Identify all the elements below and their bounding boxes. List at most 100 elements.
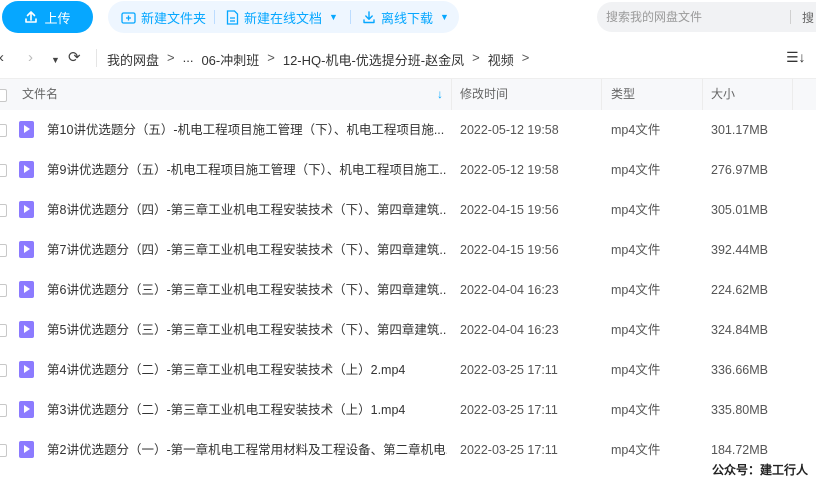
row-checkbox[interactable]	[0, 204, 7, 217]
chevron-right-icon[interactable]: ›	[28, 50, 33, 65]
table-row[interactable]: 第8讲优选题分（四）-第三章工业机电工程安装技术（下）、第四章建筑... 2022…	[0, 190, 816, 230]
table-row[interactable]: 第4讲优选题分（二）-第三章工业机电工程安装技术（上）2.mp4 2022-03-…	[0, 350, 816, 390]
breadcrumb-separator: >	[472, 50, 480, 65]
file-modified-time: 2022-04-04 16:23	[460, 323, 559, 337]
table-row[interactable]: 第10讲优选题分（五）-机电工程项目施工管理（下）、机电工程项目施... 2022…	[0, 110, 816, 150]
file-name[interactable]: 第7讲优选题分（四）-第三章工业机电工程安装技术（下）、第四章建筑...	[47, 230, 447, 270]
search-divider	[790, 10, 791, 24]
search-input[interactable]	[606, 2, 791, 32]
upload-button[interactable]: 上传	[2, 1, 93, 33]
new-folder-label: 新建文件夹	[141, 10, 207, 26]
row-checkbox[interactable]	[0, 124, 7, 137]
file-type: mp4文件	[611, 363, 661, 377]
breadcrumb: 我的网盘 > ... 06-冲刺班 > 12-HQ-机电-优选提分班-赵金凤 >…	[107, 50, 529, 69]
upload-label: 上传	[44, 10, 71, 26]
table-row[interactable]: 第9讲优选题分（五）-机电工程项目施工管理（下）、机电工程项目施工... 2022…	[0, 150, 816, 190]
file-type: mp4文件	[611, 243, 661, 257]
file-size: 335.80MB	[711, 403, 768, 417]
video-file-icon	[19, 441, 34, 458]
new-folder-icon	[121, 11, 136, 24]
file-modified-time: 2022-04-04 16:23	[460, 283, 559, 297]
toolbar-divider	[214, 10, 215, 24]
document-icon	[226, 9, 239, 25]
breadcrumb-separator: >	[167, 50, 175, 65]
offline-download-label: 离线下载	[381, 10, 434, 26]
file-type: mp4文件	[611, 123, 661, 137]
column-header-modified[interactable]: 修改时间	[460, 79, 508, 110]
file-name[interactable]: 第6讲优选题分（三）-第三章工业机电工程安装技术（下）、第四章建筑...	[47, 270, 447, 310]
new-folder-button[interactable]: 新建文件夹	[121, 1, 206, 33]
file-name[interactable]: 第4讲优选题分（二）-第三章工业机电工程安装技术（上）2.mp4	[47, 350, 447, 390]
file-modified-time: 2022-05-12 19:58	[460, 123, 559, 137]
file-modified-time: 2022-03-25 17:11	[460, 363, 558, 377]
file-name[interactable]: 第2讲优选题分（一）-第一章机电工程常用材料及工程设备、第二章机电...	[47, 430, 447, 470]
search-button[interactable]: 搜	[802, 9, 814, 26]
refresh-icon[interactable]: ⟳	[68, 50, 81, 65]
file-modified-time: 2022-03-25 17:11	[460, 443, 558, 457]
file-name[interactable]: 第10讲优选题分（五）-机电工程项目施工管理（下）、机电工程项目施...	[47, 110, 447, 150]
toolbar-divider	[350, 10, 351, 24]
file-type: mp4文件	[611, 403, 661, 417]
table-row[interactable]: 第5讲优选题分（三）-第三章工业机电工程安装技术（下）、第四章建筑... 2022…	[0, 310, 816, 350]
breadcrumb-separator: >	[521, 50, 530, 65]
file-name[interactable]: 第8讲优选题分（四）-第三章工业机电工程安装技术（下）、第四章建筑...	[47, 190, 447, 230]
offline-download-button[interactable]: 离线下载 ▼	[362, 1, 449, 33]
row-checkbox[interactable]	[0, 244, 7, 257]
video-file-icon	[19, 361, 34, 378]
video-file-icon	[19, 401, 34, 418]
video-file-icon	[19, 241, 34, 258]
chevron-down-icon: ▼	[329, 12, 338, 22]
table-row[interactable]: 第7讲优选题分（四）-第三章工业机电工程安装技术（下）、第四章建筑... 2022…	[0, 230, 816, 270]
column-divider	[451, 79, 452, 110]
file-type: mp4文件	[611, 203, 661, 217]
file-size: 305.01MB	[711, 203, 768, 217]
table-row[interactable]: 第3讲优选题分（二）-第三章工业机电工程安装技术（上）1.mp4 2022-03-…	[0, 390, 816, 430]
sort-icon[interactable]: ☰↓	[786, 49, 806, 66]
breadcrumb-item[interactable]: 12-HQ-机电-优选提分班-赵金凤	[283, 50, 464, 69]
breadcrumb-separator: >	[267, 50, 275, 65]
video-file-icon	[19, 321, 34, 338]
row-checkbox[interactable]	[0, 404, 7, 417]
video-file-icon	[19, 121, 34, 138]
breadcrumb-item[interactable]: 06-冲刺班	[201, 50, 259, 69]
toolbar: 上传 新建文件夹 新建在线文档 ▼ 离线下载 ▼ 搜	[0, 0, 816, 34]
history-dropdown-icon[interactable]: ▼	[51, 53, 60, 67]
file-size: 336.66MB	[711, 363, 768, 377]
row-checkbox[interactable]	[0, 164, 7, 177]
breadcrumb-item-current[interactable]: 视频	[488, 50, 514, 69]
file-size: 324.84MB	[711, 323, 768, 337]
file-size: 224.62MB	[711, 283, 768, 297]
nav-divider	[96, 49, 97, 67]
new-online-doc-button[interactable]: 新建在线文档 ▼	[226, 1, 338, 33]
sort-down-arrow-icon[interactable]: ↓	[437, 79, 443, 110]
column-divider	[702, 79, 703, 110]
file-modified-time: 2022-05-12 19:58	[460, 163, 559, 177]
table-row[interactable]: 第2讲优选题分（一）-第一章机电工程常用材料及工程设备、第二章机电... 2022…	[0, 430, 816, 470]
file-name[interactable]: 第5讲优选题分（三）-第三章工业机电工程安装技术（下）、第四章建筑...	[47, 310, 447, 350]
upload-icon	[25, 11, 38, 23]
breadcrumb-ellipsis[interactable]: ...	[183, 50, 194, 69]
row-checkbox[interactable]	[0, 444, 7, 457]
file-size: 276.97MB	[711, 163, 768, 177]
video-file-icon	[19, 161, 34, 178]
column-header-type[interactable]: 类型	[611, 79, 635, 110]
video-file-icon	[19, 201, 34, 218]
file-name[interactable]: 第9讲优选题分（五）-机电工程项目施工管理（下）、机电工程项目施工...	[47, 150, 447, 190]
new-online-doc-label: 新建在线文档	[244, 10, 323, 26]
chevron-left-icon[interactable]: ‹	[0, 50, 4, 65]
navigation-bar: ‹ › ▼ ⟳ 我的网盘 > ... 06-冲刺班 > 12-HQ-机电-优选提…	[0, 40, 816, 76]
file-type: mp4文件	[611, 323, 661, 337]
table-row[interactable]: 第6讲优选题分（三）-第三章工业机电工程安装技术（下）、第四章建筑... 2022…	[0, 270, 816, 310]
column-header-name[interactable]: 文件名	[22, 79, 58, 110]
row-checkbox[interactable]	[0, 284, 7, 297]
file-name[interactable]: 第3讲优选题分（二）-第三章工业机电工程安装技术（上）1.mp4	[47, 390, 447, 430]
breadcrumb-item-home[interactable]: 我的网盘	[107, 50, 159, 69]
row-checkbox[interactable]	[0, 364, 7, 377]
row-checkbox[interactable]	[0, 324, 7, 337]
column-header-size[interactable]: 大小	[711, 79, 735, 110]
select-all-checkbox[interactable]	[0, 89, 7, 102]
chevron-down-icon: ▼	[440, 12, 449, 22]
download-icon	[363, 11, 375, 24]
file-modified-time: 2022-04-15 19:56	[460, 203, 559, 217]
column-divider	[601, 79, 602, 110]
